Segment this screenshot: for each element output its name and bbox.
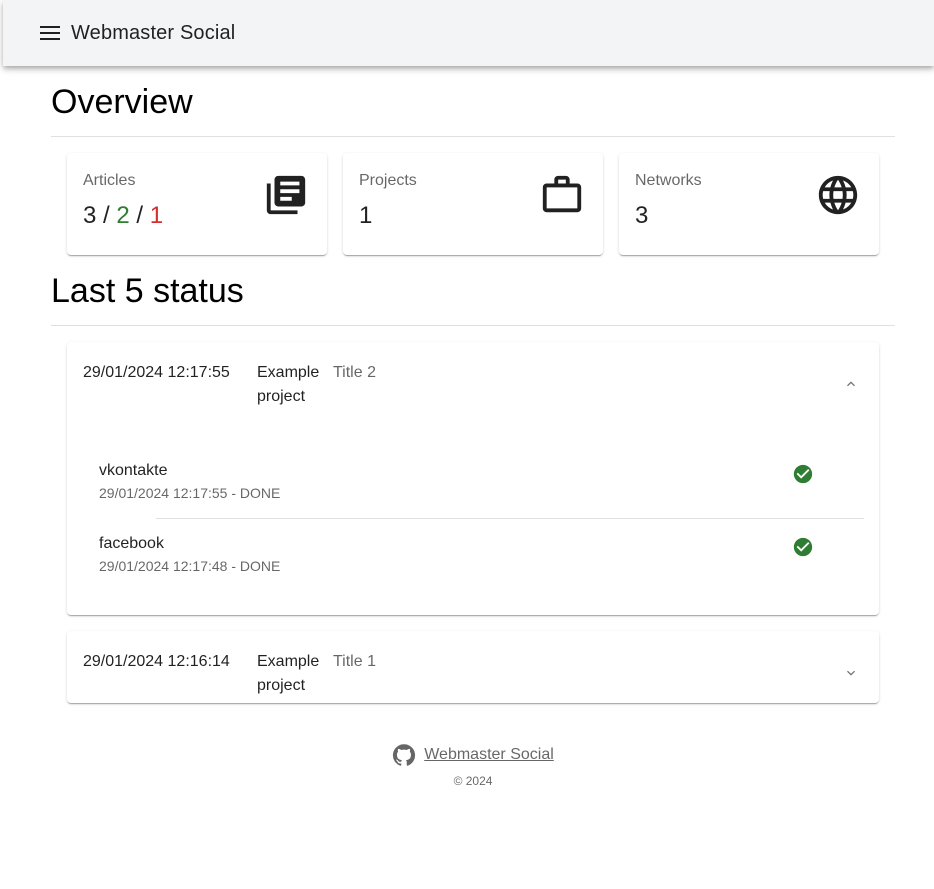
projects-card: Projects 1: [343, 153, 603, 255]
newspaper-icon: [266, 175, 306, 215]
accordion-summary[interactable]: 29/01/2024 12:17:55 Example project Titl…: [67, 342, 879, 414]
status-article-title: Title 1: [333, 653, 376, 670]
status-date: 29/01/2024 12:16:14: [83, 653, 230, 670]
menu-button[interactable]: [32, 15, 68, 51]
briefcase-icon: [542, 175, 582, 213]
status-project: Example project: [257, 653, 320, 694]
status-title: Last 5 status: [51, 272, 244, 310]
status-accordion-item: 29/01/2024 12:16:14 Example project Titl…: [67, 631, 879, 703]
github-icon[interactable]: [392, 743, 416, 767]
list-item: facebook 29/01/2024 12:17:48 - DONE: [99, 535, 859, 574]
status-date: 29/01/2024 12:17:55: [83, 364, 230, 381]
accordion-summary[interactable]: 29/01/2024 12:16:14 Example project Titl…: [67, 631, 879, 703]
globe-icon: [818, 175, 858, 215]
footer: Webmaster Social © 2024: [0, 743, 934, 788]
list-divider: [156, 518, 864, 519]
articles-value: 3 / 2 / 1: [83, 202, 163, 230]
networks-card: Networks 3: [619, 153, 879, 255]
chevron-up-icon[interactable]: [843, 376, 859, 392]
status-project: Example project: [257, 364, 320, 405]
networks-value: 3: [635, 202, 649, 229]
list-item: vkontakte 29/01/2024 12:17:55 - DONE: [99, 462, 859, 501]
chevron-down-icon[interactable]: [843, 665, 859, 681]
app-title: Webmaster Social: [71, 21, 236, 44]
networks-label: Networks: [635, 172, 702, 189]
articles-label: Articles: [83, 172, 136, 189]
overview-divider: [51, 136, 895, 137]
articles-failed: 1: [149, 202, 164, 229]
check-circle-icon: [793, 464, 813, 484]
projects-label: Projects: [359, 172, 417, 189]
copyright-text: © 2024: [453, 774, 493, 788]
menu-icon: [40, 26, 60, 40]
status-accordion-item: 29/01/2024 12:17:55 Example project Titl…: [67, 342, 879, 615]
articles-total: 3: [83, 202, 97, 229]
articles-card: Articles 3 / 2 / 1: [67, 153, 327, 255]
check-circle-icon: [793, 537, 813, 557]
overview-title: Overview: [51, 83, 193, 121]
footer-link-row: Webmaster Social: [392, 743, 554, 767]
footer-link[interactable]: Webmaster Social: [424, 746, 554, 764]
articles-done: 2: [116, 202, 130, 229]
projects-value: 1: [359, 202, 373, 229]
network-name: facebook: [99, 535, 164, 552]
status-article-title: Title 2: [333, 364, 376, 381]
app-bar: Webmaster Social: [3, 0, 934, 66]
network-detail: 29/01/2024 12:17:55 - DONE: [99, 485, 281, 501]
network-detail: 29/01/2024 12:17:48 - DONE: [99, 558, 281, 574]
articles-separator-2: /: [129, 202, 150, 229]
articles-separator-1: /: [96, 202, 117, 229]
network-name: vkontakte: [99, 462, 168, 479]
status-divider: [51, 325, 895, 326]
